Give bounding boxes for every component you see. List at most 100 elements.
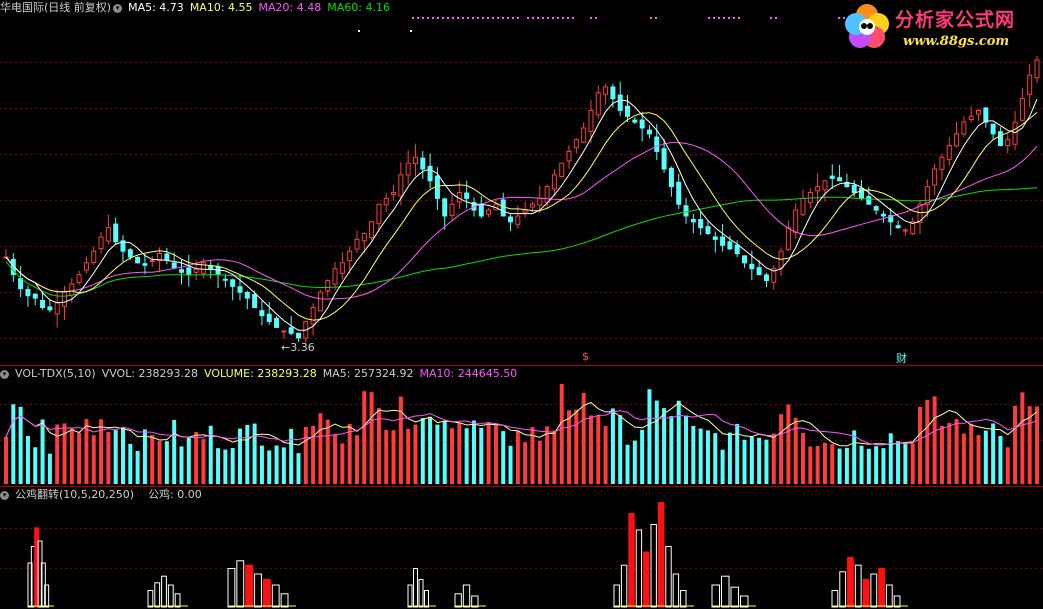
candle-body	[164, 253, 170, 262]
signal-dot	[477, 17, 479, 19]
indicator-bar	[839, 571, 847, 608]
candle-body	[47, 306, 53, 311]
candle-body	[18, 278, 24, 290]
indicator-bar	[831, 590, 839, 608]
volume-bar	[369, 392, 374, 484]
candle-body	[815, 186, 821, 192]
indicator-bar	[740, 595, 749, 608]
candle-body	[142, 263, 148, 266]
volume-bar	[1035, 406, 1039, 484]
indicator-bar	[665, 546, 672, 608]
indicator-bar	[245, 564, 254, 608]
volume-bar	[391, 430, 396, 484]
candle-body	[391, 192, 397, 196]
indicator-bar	[862, 579, 870, 608]
volume-bar	[735, 423, 740, 484]
volume-bar	[179, 446, 184, 484]
candle-body	[274, 317, 280, 328]
signal-dot	[552, 17, 554, 19]
signal-dot	[447, 17, 449, 19]
volume-bar	[961, 433, 966, 484]
volume-bar	[99, 419, 104, 484]
signal-dot	[838, 17, 840, 19]
candle-body	[178, 269, 184, 273]
chart-canvas[interactable]	[0, 0, 1043, 609]
candle-body	[354, 238, 360, 250]
volume-bar	[413, 424, 418, 484]
volume-bar	[340, 443, 345, 484]
volume-bar	[976, 435, 981, 484]
volume-bar	[998, 436, 1003, 484]
signal-dot	[562, 17, 564, 19]
candle-body	[837, 177, 843, 182]
volume-bar	[749, 436, 754, 484]
flower-logo-icon	[845, 4, 889, 48]
ma20-readout: MA20: 4.48	[258, 1, 322, 14]
candle-body	[551, 174, 557, 190]
volume-bar	[830, 444, 835, 484]
volume-bar	[932, 396, 937, 484]
ma60-readout: MA60: 4.16	[327, 1, 390, 14]
indicator-bar	[147, 590, 154, 608]
volume-bar	[252, 423, 257, 484]
volume-bar	[588, 415, 593, 484]
signal-dot	[567, 17, 569, 19]
volume-bar	[384, 429, 389, 484]
candle-body	[705, 226, 711, 235]
volume-bar	[837, 448, 842, 484]
volume-bar	[230, 448, 235, 484]
volume-bar	[237, 428, 242, 484]
settings-icon[interactable]: ▾	[113, 3, 123, 13]
candle-body	[676, 181, 682, 205]
volume-bar	[274, 445, 279, 484]
volume-bar	[55, 424, 60, 484]
candle-body	[361, 233, 367, 242]
candle-body	[625, 105, 631, 117]
volume-bar	[969, 423, 974, 484]
candle-body	[573, 139, 579, 149]
volume-bar	[486, 421, 491, 484]
candle-body	[668, 167, 674, 188]
signal-dot	[437, 17, 439, 19]
signal-dot	[595, 17, 597, 19]
settings-icon[interactable]: ▾	[0, 490, 9, 500]
volume-bar	[632, 440, 637, 484]
candle-body	[25, 289, 31, 297]
candle-body	[639, 119, 645, 129]
volume-bar	[347, 423, 352, 484]
candle-body	[939, 156, 945, 170]
candle-body	[829, 175, 835, 179]
candle-body	[54, 302, 60, 315]
signal-dot	[517, 17, 519, 19]
volume-bar	[25, 435, 30, 484]
candle-body	[325, 279, 331, 292]
indicator-bar	[154, 582, 161, 608]
volume-bar	[552, 430, 557, 484]
candle-body	[1019, 98, 1025, 121]
event-marker-finance[interactable]: 财	[896, 350, 907, 366]
volume-bar	[574, 409, 579, 484]
vol-title: VOL-TDX(5,10)	[15, 367, 96, 380]
volume-bar	[925, 399, 930, 484]
candle-body	[632, 119, 638, 123]
event-marker-dividend[interactable]: $	[582, 350, 589, 363]
signal-dot	[462, 17, 464, 19]
candle-body	[252, 293, 258, 308]
signal-dot	[467, 17, 469, 19]
vol-ma10-readout: MA10: 244645.50	[419, 367, 518, 380]
volume-bar	[4, 436, 8, 484]
settings-icon[interactable]: ▾	[0, 369, 9, 379]
indicator-title: 公鸡翻转(10,5,20,250)	[15, 488, 135, 501]
candle-body	[310, 306, 316, 325]
volume-bar	[764, 439, 769, 484]
candle-body	[464, 192, 470, 199]
candle-body	[339, 262, 345, 274]
volume-bar	[691, 425, 696, 484]
candle-body	[135, 256, 141, 264]
indicator-bar	[254, 573, 262, 608]
volume-bar	[493, 424, 498, 484]
low-price-label: ←3.36	[281, 341, 315, 354]
volume-bar	[698, 428, 703, 484]
volume-bar	[720, 449, 725, 484]
indicator-bar	[167, 584, 174, 608]
